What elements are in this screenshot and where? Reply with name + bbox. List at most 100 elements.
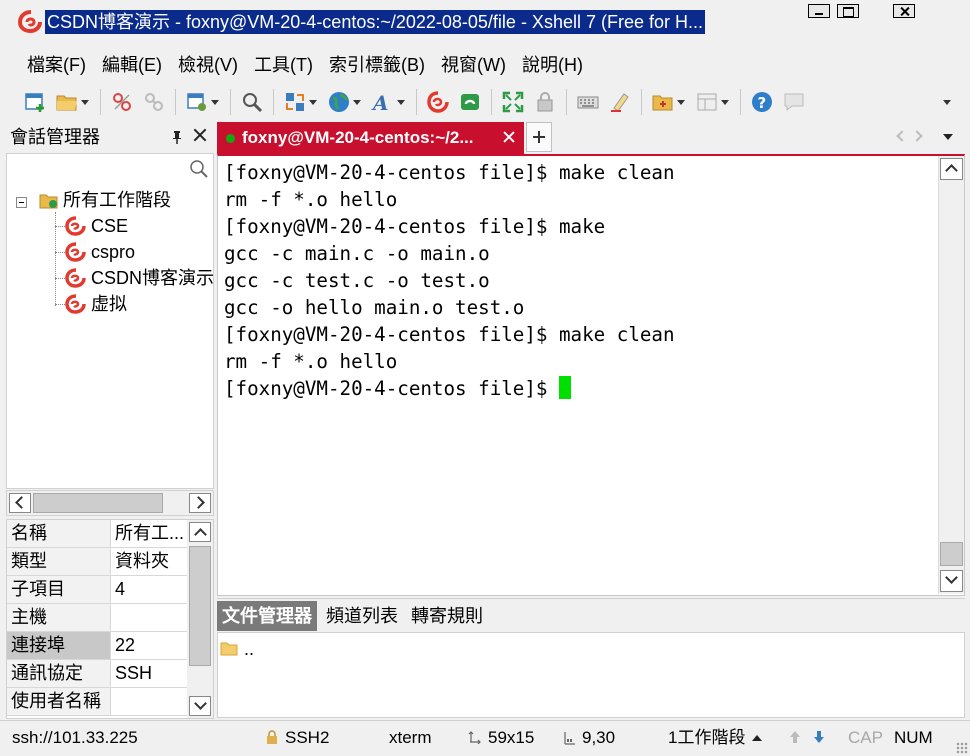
scroll-up-button[interactable] <box>940 158 963 180</box>
tab-prev-icon[interactable] <box>896 130 908 142</box>
scroll-left-button[interactable] <box>9 493 31 513</box>
toolbar-overflow-arrow[interactable] <box>942 89 951 115</box>
sessions-up-arrow-icon[interactable] <box>752 735 762 741</box>
status-num-lock: NUM <box>894 728 933 747</box>
tree-item-csdn[interactable]: CSDN博客演示 <box>65 265 214 291</box>
properties-vertical-scrollbar[interactable] <box>187 520 213 718</box>
find-icon[interactable] <box>239 89 265 115</box>
properties-dropdown-arrow[interactable] <box>210 89 219 115</box>
property-row-selected[interactable]: 連接埠 22 <box>7 632 187 660</box>
property-row[interactable]: 子項目 4 <box>7 576 187 604</box>
fullscreen-icon[interactable] <box>500 89 526 115</box>
menu-tools[interactable]: 工具(T) <box>254 51 313 77</box>
tab-list-dropdown-icon[interactable] <box>943 134 953 140</box>
tab-next-icon[interactable] <box>911 130 923 142</box>
menu-help[interactable]: 說明(H) <box>522 51 583 77</box>
menu-tabs[interactable]: 索引標籤(B) <box>329 51 425 77</box>
chevron-down-icon <box>945 571 958 584</box>
menu-edit[interactable]: 編輯(E) <box>102 51 162 77</box>
tab-close-icon[interactable] <box>503 131 515 143</box>
scroll-up-button[interactable] <box>189 522 211 542</box>
property-row[interactable]: 通訊協定 SSH <box>7 660 187 688</box>
terminal-line: rm -f *.o hello <box>224 188 398 211</box>
property-value: 所有工... <box>115 523 185 543</box>
property-key: 子項目 <box>7 576 111 603</box>
tree-item-label: CSDN博客演示 <box>91 268 214 288</box>
file-list-item[interactable]: .. <box>220 637 254 661</box>
property-row[interactable]: 名稱 所有工... <box>7 520 187 548</box>
properties-icon[interactable] <box>184 89 210 115</box>
tree-horizontal-scrollbar[interactable] <box>6 490 214 516</box>
menu-file[interactable]: 檔案(F) <box>27 51 86 77</box>
globe-dropdown-arrow[interactable] <box>352 89 361 115</box>
menu-window[interactable]: 視窗(W) <box>441 51 506 77</box>
highlight-icon[interactable] <box>607 89 633 115</box>
menu-view[interactable]: 檢視(V) <box>178 51 238 77</box>
add-folder-dropdown-arrow[interactable] <box>676 89 685 115</box>
transfer-dropdown-arrow[interactable] <box>308 89 317 115</box>
tree-item-cspro[interactable]: cspro <box>65 239 135 265</box>
new-tab-button[interactable] <box>526 122 552 152</box>
status-term-type: xterm <box>389 728 432 747</box>
keyboard-icon[interactable] <box>575 89 601 115</box>
add-folder-icon[interactable] <box>650 89 676 115</box>
session-search[interactable] <box>7 154 213 184</box>
tab-forwarding-rules[interactable]: 轉寄規則 <box>411 601 483 631</box>
collapse-toggle[interactable] <box>16 197 27 208</box>
scroll-thumb[interactable] <box>940 542 963 566</box>
property-row[interactable]: 類型 資料夾 <box>7 548 187 576</box>
layout-icon[interactable] <box>694 89 720 115</box>
property-value: 資料夾 <box>115 551 169 571</box>
scroll-thumb[interactable] <box>189 546 211 666</box>
font-dropdown-arrow[interactable] <box>396 89 405 115</box>
chevron-up-icon <box>194 528 207 541</box>
transfer-icon[interactable] <box>282 89 308 115</box>
tab-session-active[interactable]: foxny@VM-20-4-centos:~/2... <box>217 122 524 154</box>
property-key: 通訊協定 <box>7 660 111 687</box>
resize-grip[interactable] <box>956 742 968 754</box>
tree-item-label: 虚拟 <box>91 294 127 314</box>
tab-file-manager[interactable]: 文件管理器 <box>217 601 317 631</box>
folder-icon <box>220 642 238 656</box>
tree-item-all-sessions[interactable]: 所有工作階段 <box>39 187 171 213</box>
session-manager-close-icon[interactable] <box>193 128 207 142</box>
pin-icon[interactable] <box>171 130 183 144</box>
xftp-icon[interactable] <box>457 89 483 115</box>
svg-text:A: A <box>371 91 389 114</box>
property-value: 22 <box>115 635 136 655</box>
property-row[interactable]: 使用者名稱 <box>7 688 187 716</box>
minimize-button[interactable] <box>808 4 830 18</box>
arrow-down-icon[interactable] <box>812 729 826 745</box>
close-window-button[interactable] <box>893 4 915 18</box>
help-icon[interactable]: ? <box>749 89 775 115</box>
terminal-vertical-scrollbar[interactable] <box>938 156 964 594</box>
property-row[interactable]: 主機 <box>7 604 187 632</box>
globe-icon[interactable] <box>326 89 352 115</box>
scroll-thumb[interactable] <box>33 493 163 513</box>
reconnect-icon[interactable] <box>109 89 135 115</box>
status-sessions[interactable]: 1工作階段 <box>668 721 745 755</box>
maximize-button[interactable] <box>837 4 859 18</box>
chevron-up-icon <box>945 164 958 177</box>
tree-item-virtual[interactable]: 虚拟 <box>65 291 127 317</box>
font-icon[interactable]: A <box>370 89 396 115</box>
arrow-up-icon[interactable] <box>788 729 802 745</box>
terminal-cursor <box>559 376 572 399</box>
search-icon[interactable] <box>189 159 209 179</box>
disconnect-icon[interactable] <box>141 89 167 115</box>
tab-channel-list[interactable]: 頻道列表 <box>326 601 398 631</box>
open-dropdown-arrow[interactable] <box>80 89 89 115</box>
new-session-icon[interactable] <box>22 89 48 115</box>
scroll-down-button[interactable] <box>940 570 963 592</box>
lock-icon[interactable] <box>532 89 558 115</box>
scroll-right-button[interactable] <box>189 493 211 513</box>
toolbar-separator <box>491 89 492 115</box>
tree-item-cse[interactable]: CSE <box>65 213 128 239</box>
chat-icon[interactable] <box>781 89 807 115</box>
xshell-icon[interactable] <box>425 89 451 115</box>
layout-dropdown-arrow[interactable] <box>720 89 729 115</box>
terminal[interactable]: [foxny@VM-20-4-centos file]$ make clean … <box>217 154 965 596</box>
open-folder-icon[interactable] <box>54 89 80 115</box>
chevron-right-icon <box>192 496 205 509</box>
scroll-down-button[interactable] <box>189 696 211 716</box>
